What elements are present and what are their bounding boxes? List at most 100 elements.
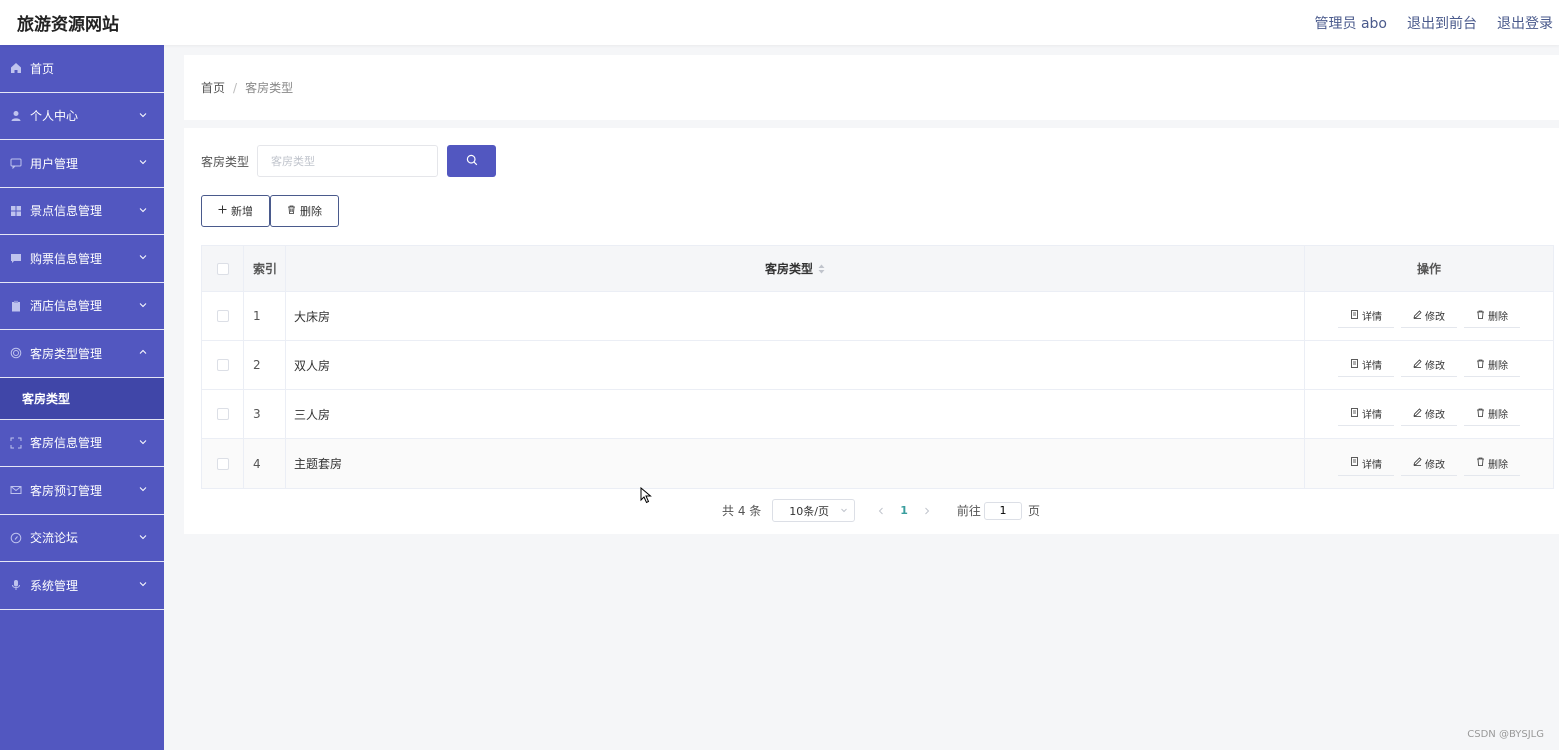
- row-room-type: 主题套房: [286, 439, 1305, 488]
- sidebar-item-room-type-management[interactable]: 客房类型管理: [0, 330, 164, 378]
- detail-button[interactable]: 详情: [1338, 304, 1394, 328]
- detail-label: 详情: [1362, 361, 1382, 372]
- add-button[interactable]: 新增: [201, 195, 270, 227]
- chevron-down-icon: [840, 504, 848, 517]
- chevron-down-icon: [138, 483, 148, 497]
- clipboard-icon: [9, 299, 22, 312]
- prev-page-button[interactable]: [874, 507, 888, 515]
- row-checkbox[interactable]: [216, 408, 229, 420]
- pagination: 共 4 条 10条/页 1 前往 页: [722, 499, 1040, 522]
- search-input[interactable]: [257, 145, 438, 177]
- sidebar-subitem-room-type[interactable]: 客房类型: [0, 377, 164, 420]
- mouse-cursor-icon: [640, 486, 652, 508]
- row-delete-button[interactable]: 删除: [1464, 452, 1520, 476]
- document-icon: [1350, 358, 1359, 371]
- row-checkbox[interactable]: [216, 359, 229, 371]
- search-row: 客房类型: [201, 145, 496, 177]
- chevron-down-icon: [138, 204, 148, 218]
- edit-button[interactable]: 修改: [1401, 452, 1457, 476]
- chevron-down-icon: [138, 156, 148, 170]
- detail-button[interactable]: 详情: [1338, 353, 1394, 377]
- sidebar-item-label: 客房预订管理: [30, 483, 103, 498]
- chevron-down-icon: [138, 251, 148, 265]
- header-index: 索引: [244, 246, 286, 291]
- mic-icon: [9, 579, 22, 592]
- row-index: 3: [244, 390, 286, 438]
- sidebar-item-user-management[interactable]: 用户管理: [0, 140, 164, 188]
- pagination-total: 共 4 条: [722, 504, 762, 518]
- select-all-checkbox[interactable]: [216, 262, 229, 275]
- trash-icon: [1476, 310, 1485, 322]
- site-title: 旅游资源网站: [17, 15, 119, 35]
- edit-button[interactable]: 修改: [1401, 353, 1457, 377]
- next-page-button[interactable]: [920, 507, 934, 515]
- search-label: 客房类型: [201, 154, 250, 169]
- row-index: 1: [244, 292, 286, 340]
- row-index: 4: [244, 439, 286, 488]
- chevron-down-icon: [138, 578, 148, 592]
- trash-icon: [1476, 408, 1485, 420]
- header-room-type[interactable]: 客房类型: [286, 246, 1305, 291]
- logout-link[interactable]: 退出登录: [1497, 13, 1553, 33]
- edit-icon: [1413, 309, 1422, 322]
- grid-icon: [9, 204, 22, 217]
- edit-label: 修改: [1425, 361, 1445, 372]
- sidebar-item-personal-center[interactable]: 个人中心: [0, 93, 164, 140]
- header-operations: 操作: [1416, 262, 1441, 276]
- edit-label: 修改: [1425, 459, 1445, 471]
- page-size-value: 10条/页: [789, 504, 829, 518]
- sidebar-item-label: 购票信息管理: [30, 251, 103, 266]
- detail-button[interactable]: 详情: [1338, 452, 1394, 476]
- sidebar-item-scenic-management[interactable]: 景点信息管理: [0, 188, 164, 235]
- page-number-current[interactable]: 1: [900, 504, 908, 517]
- row-delete-button[interactable]: 删除: [1464, 304, 1520, 328]
- edit-icon: [1413, 358, 1422, 371]
- delete-label: 删除: [1488, 410, 1508, 421]
- table-row: 3 三人房 详情 修改 删除: [202, 390, 1553, 439]
- page-size-select[interactable]: 10条/页: [772, 499, 856, 522]
- header-links: 管理员 abo 退出到前台 退出登录: [1315, 13, 1559, 33]
- sidebar-item-ticket-management[interactable]: 购票信息管理: [0, 235, 164, 283]
- sidebar-item-hotel-management[interactable]: 酒店信息管理: [0, 283, 164, 330]
- edit-button[interactable]: 修改: [1401, 304, 1457, 328]
- sidebar: 首页 个人中心 用户管理 景点信息管理 购票信息管理 酒店信息管理 客房类型管理…: [0, 45, 164, 750]
- edit-button[interactable]: 修改: [1401, 402, 1457, 426]
- document-icon: [1350, 407, 1359, 420]
- delete-label: 删除: [1488, 312, 1508, 323]
- exit-to-frontend-link[interactable]: 退出到前台: [1407, 13, 1477, 33]
- row-checkbox[interactable]: [216, 457, 229, 470]
- sidebar-item-booking-management[interactable]: 客房预订管理: [0, 467, 164, 515]
- delete-button[interactable]: 删除: [270, 195, 339, 227]
- sidebar-item-label: 用户管理: [30, 156, 79, 171]
- admin-user-link[interactable]: 管理员 abo: [1315, 13, 1387, 33]
- plus-icon: [218, 205, 227, 217]
- row-checkbox[interactable]: [216, 310, 229, 322]
- sidebar-item-label: 首页: [30, 61, 55, 76]
- row-delete-button[interactable]: 删除: [1464, 353, 1520, 377]
- breadcrumb-current: 客房类型: [245, 81, 294, 95]
- page-suffix: 页: [1027, 504, 1040, 518]
- breadcrumb: 首页 / 客房类型: [184, 55, 1559, 120]
- goto-page-input[interactable]: [983, 501, 1022, 520]
- sidebar-item-label: 景点信息管理: [30, 204, 103, 219]
- breadcrumb-home[interactable]: 首页: [201, 79, 225, 96]
- sidebar-item-label: 交流论坛: [30, 531, 79, 546]
- sidebar-item-room-info-management[interactable]: 客房信息管理: [0, 420, 164, 467]
- sort-icon[interactable]: [818, 264, 825, 274]
- detail-button[interactable]: 详情: [1338, 402, 1394, 426]
- sidebar-item-system-management[interactable]: 系统管理: [0, 562, 164, 610]
- trash-icon: [287, 205, 296, 217]
- document-icon: [1350, 457, 1359, 469]
- user-icon: [9, 109, 22, 122]
- sidebar-item-label: 客房信息管理: [30, 436, 103, 451]
- table-row: 2 双人房 详情 修改 删除: [202, 341, 1553, 390]
- mail-icon: [9, 484, 22, 497]
- action-row: 新增 删除: [201, 195, 339, 227]
- sidebar-item-home[interactable]: 首页: [0, 45, 164, 93]
- top-header: 旅游资源网站 管理员 abo 退出到前台 退出登录: [0, 0, 1559, 45]
- row-delete-button[interactable]: 删除: [1464, 402, 1520, 426]
- search-button[interactable]: [447, 145, 496, 177]
- sidebar-item-forum[interactable]: 交流论坛: [0, 515, 164, 562]
- search-icon: [466, 154, 478, 169]
- message-icon: [9, 252, 22, 265]
